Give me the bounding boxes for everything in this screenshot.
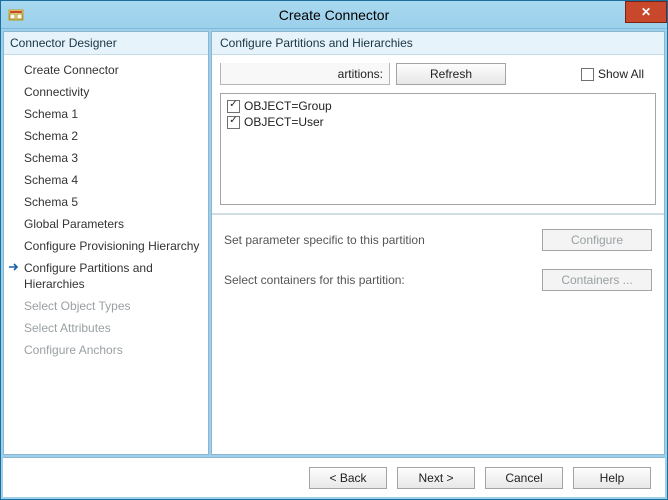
- sidebar-header: Connector Designer: [4, 32, 208, 55]
- sidebar-item-3[interactable]: Schema 2: [4, 125, 208, 147]
- close-icon: ✕: [641, 5, 651, 19]
- window-root: Create Connector ✕ Connector Designer Cr…: [0, 0, 668, 500]
- partition-item-label: OBJECT=User: [244, 115, 324, 129]
- sidebar-item-2[interactable]: Schema 1: [4, 103, 208, 125]
- checkbox-icon: [227, 100, 240, 113]
- show-all-label: Show All: [598, 67, 644, 81]
- containers-label: Select containers for this partition:: [224, 273, 405, 287]
- body: Connector Designer Create Connector Conne…: [1, 29, 667, 457]
- sidebar-item-7[interactable]: Global Parameters: [4, 213, 208, 235]
- sidebar-item-label: Create Connector: [24, 62, 119, 78]
- configure-row: Set parameter specific to this partition…: [224, 229, 652, 251]
- sidebar-item-6[interactable]: Schema 5: [4, 191, 208, 213]
- sidebar-item-1[interactable]: Connectivity: [4, 81, 208, 103]
- main-panel: Configure Partitions and Hierarchies art…: [211, 31, 665, 455]
- checkbox-icon: [227, 116, 240, 129]
- sidebar-item-label: Configure Partitions and Hierarchies: [24, 260, 202, 292]
- title-bar: Create Connector ✕: [1, 1, 667, 29]
- partitions-pane: artitions: Refresh Show All OBJECT=Group…: [212, 55, 664, 215]
- window-title: Create Connector: [1, 7, 667, 23]
- configure-button[interactable]: Configure: [542, 229, 652, 251]
- containers-button[interactable]: Containers ...: [542, 269, 652, 291]
- partitions-toolbar: artitions: Refresh Show All: [220, 61, 656, 87]
- partitions-label-fragment: artitions:: [220, 63, 390, 85]
- show-all-checkbox[interactable]: Show All: [581, 67, 644, 81]
- sidebar-item-11: Select Attributes: [4, 317, 208, 339]
- sidebar-item-label: Select Attributes: [24, 320, 111, 336]
- sidebar-item-label: Configure Provisioning Hierarchy: [24, 238, 199, 254]
- checkbox-icon: [581, 68, 594, 81]
- sidebar-item-label: Select Object Types: [24, 298, 131, 314]
- sidebar-item-label: Schema 5: [24, 194, 78, 210]
- refresh-button[interactable]: Refresh: [396, 63, 506, 85]
- close-button[interactable]: ✕: [625, 1, 667, 23]
- sidebar-item-label: Schema 1: [24, 106, 78, 122]
- containers-row: Select containers for this partition: Co…: [224, 269, 652, 291]
- main-header: Configure Partitions and Hierarchies: [212, 32, 664, 55]
- sidebar-nav: Create Connector Connectivity Schema 1 Sche…: [4, 55, 208, 365]
- sidebar-item-label: Schema 2: [24, 128, 78, 144]
- partition-item-label: OBJECT=Group: [244, 99, 332, 113]
- sidebar-item-5[interactable]: Schema 4: [4, 169, 208, 191]
- sidebar-item-label: Global Parameters: [24, 216, 124, 232]
- arrow-right-icon: [8, 261, 20, 277]
- sidebar-item-8[interactable]: Configure Provisioning Hierarchy: [4, 235, 208, 257]
- sidebar-item-10: Select Object Types: [4, 295, 208, 317]
- sidebar: Connector Designer Create Connector Conne…: [3, 31, 209, 455]
- wizard-footer: < Back Next > Cancel Help: [3, 457, 665, 497]
- sidebar-item-9[interactable]: Configure Partitions and Hierarchies: [4, 257, 208, 295]
- partitions-listbox[interactable]: OBJECT=Group OBJECT=User: [220, 93, 656, 205]
- partition-item-0[interactable]: OBJECT=Group: [227, 98, 649, 114]
- sidebar-item-label: Schema 3: [24, 150, 78, 166]
- partition-item-1[interactable]: OBJECT=User: [227, 114, 649, 130]
- cancel-button[interactable]: Cancel: [485, 467, 563, 489]
- sidebar-item-label: Connectivity: [24, 84, 89, 100]
- partition-options-pane: Set parameter specific to this partition…: [212, 215, 664, 305]
- next-button[interactable]: Next >: [397, 467, 475, 489]
- sidebar-item-12: Configure Anchors: [4, 339, 208, 361]
- sidebar-item-label: Configure Anchors: [24, 342, 123, 358]
- sidebar-item-4[interactable]: Schema 3: [4, 147, 208, 169]
- sidebar-item-0[interactable]: Create Connector: [4, 59, 208, 81]
- sidebar-item-label: Schema 4: [24, 172, 78, 188]
- configure-label: Set parameter specific to this partition: [224, 233, 425, 247]
- help-button[interactable]: Help: [573, 467, 651, 489]
- app-icon: [7, 6, 25, 24]
- back-button[interactable]: < Back: [309, 467, 387, 489]
